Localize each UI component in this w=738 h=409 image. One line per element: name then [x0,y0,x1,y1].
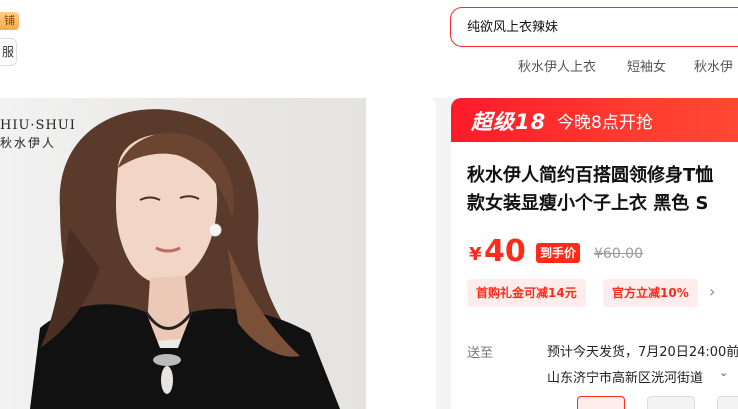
hot-word-2[interactable]: 短袖女 [627,56,666,75]
color-swatch[interactable] [647,396,695,409]
price-tag: 到手价 [536,243,581,263]
product-title-line2: 款女装显瘦小个子上衣 黑色 S [467,193,709,214]
hot-word-3[interactable]: 秋水伊 [694,56,733,75]
color-swatch-selected[interactable] [577,396,625,409]
product-title-line1: 秋水伊人简约百搭圆领修身T恤 [467,165,714,186]
promo-text: 今晚8点开抢 [557,113,653,133]
shop-button[interactable]: 服 [0,38,17,66]
color-swatch[interactable] [717,396,738,409]
original-price: ¥60.00 [594,246,643,262]
chevron-down-icon[interactable]: ⌄ [719,366,728,379]
color-label [467,402,471,409]
chevron-right-icon[interactable]: › [709,282,715,301]
coupon-first-purchase[interactable]: 首购礼金可减14元 [467,279,586,307]
search-input[interactable] [467,18,737,33]
price-currency: ¥ [469,244,482,265]
brand-logo-en: HIU·SHUI [0,118,76,133]
hot-word-1[interactable]: 秋水伊人上衣 [518,56,596,75]
shipping-estimate: 预计今天发货，7月20日24:00前 [547,345,738,360]
delivery-label: 送至 [467,346,494,361]
brand-logo-cn: 秋水伊人 [0,136,57,150]
shop-tag: 铺 [0,12,19,30]
promo-banner[interactable]: 超级18 今晚8点开抢 [451,98,738,142]
product-main-image[interactable]: HIU·SHUI 秋水伊人 [0,98,366,409]
product-info-panel: 超级18 今晚8点开抢 秋水伊人简约百搭圆领修身T恤 款女装显瘦小个子上衣 黑色… [451,98,738,409]
product-gallery: HIU·SHUI 秋水伊人 [0,98,436,409]
promo-brand: 超级18 [471,110,547,134]
delivery-address[interactable]: 山东济宁市高新区洸河街道 [547,367,703,386]
top-bar: 铺 服 秋水伊人上衣 短袖女 秋水伊 [0,0,738,98]
price-value: 40 [484,234,526,269]
product-title: 秋水伊人简约百搭圆领修身T恤 款女装显瘦小个子上衣 黑色 S [467,162,738,218]
search-box[interactable] [450,7,738,47]
coupon-official-discount[interactable]: 官方立减10% [603,279,698,307]
